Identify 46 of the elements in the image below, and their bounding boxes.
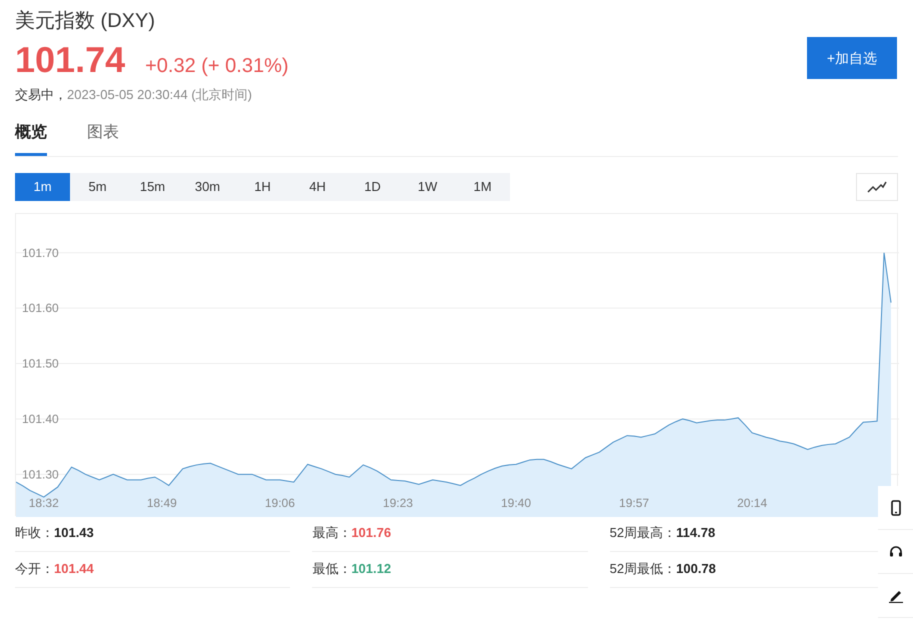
stat-label: 最低： [312,560,352,578]
x-axis-label: 18:32 [28,496,59,510]
price-change: +0.32 (+ 0.31%) [145,54,289,79]
y-axis-label: 101.40 [22,411,59,426]
period-tab[interactable]: 5m [70,172,125,200]
tab[interactable]: 概览 [15,120,47,156]
stat-value: 100.78 [676,560,716,578]
line-chart-icon [867,180,887,192]
x-axis-label: 20:14 [737,496,768,510]
page-title: 美元指数 (DXY) [15,9,156,34]
stat-label: 52周最高： [610,524,676,542]
x-axis-label: 19:06 [264,496,295,510]
x-axis-label: 18:49 [146,496,177,510]
chart-type-button[interactable] [856,172,898,200]
stat-value: 101.76 [351,524,392,542]
add-watchlist-button[interactable]: +加自选 [807,37,897,79]
y-axis-label: 101.70 [22,245,59,260]
period-tab[interactable]: 15m [125,172,180,200]
stat-value: 114.78 [676,524,716,542]
x-axis-label: 19:23 [382,496,413,510]
y-axis-label: 101.30 [22,466,59,481]
tab[interactable]: 图表 [87,120,119,156]
period-tab[interactable]: 1M [455,172,510,200]
period-tab[interactable]: 4H [290,172,345,200]
y-axis-label: 101.60 [22,300,59,315]
stat-label: 昨收： [15,524,54,542]
headset-icon [888,544,902,558]
stat-value: 101.43 [54,524,94,542]
timestamp: 2023-05-05 20:30:44 (北京时间) [67,86,252,104]
pen-icon [888,588,904,602]
x-axis-label: 19:57 [619,496,650,510]
phone-icon [890,500,900,516]
trading-status: 交易中， [15,86,67,104]
stat-label: 52周最低： [610,560,676,578]
period-tab[interactable]: 1W [400,172,455,200]
y-axis-label: 101.50 [22,356,59,370]
price-value: 101.74 [15,40,126,80]
stat-value: 101.12 [351,560,392,578]
period-tab[interactable]: 1H [235,172,290,200]
period-tab[interactable]: 1D [345,172,400,200]
stat-value: 101.44 [54,560,94,578]
period-tab[interactable]: 1m [15,172,70,200]
stat-label: 最高： [312,524,352,542]
period-tab[interactable]: 30m [180,172,235,200]
x-axis-label: 19:40 [500,496,532,510]
stat-label: 今开： [15,560,54,578]
